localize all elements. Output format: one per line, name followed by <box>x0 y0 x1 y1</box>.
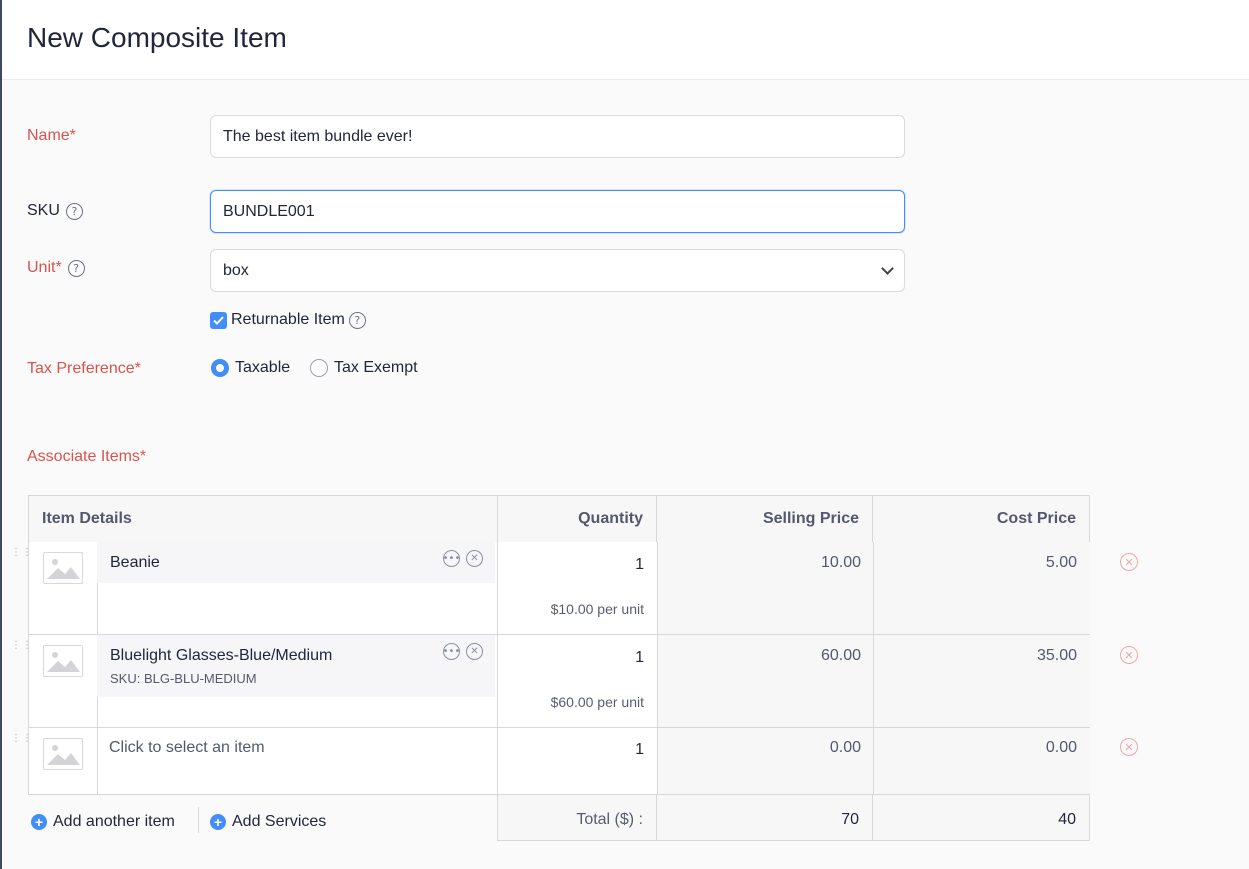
quantity-cell[interactable]: 1 $10.00 per unit <box>498 542 657 634</box>
drag-handle-icon[interactable]: ⋮⋮ <box>11 734 32 752</box>
more-options-icon[interactable]: ••• <box>443 643 460 660</box>
totals-row: Total ($) : 70 40 <box>497 794 1090 841</box>
total-label: Total ($) : <box>576 811 643 828</box>
quantity-value: 1 <box>635 741 644 758</box>
returnable-row: Returnable Item ? <box>210 311 366 329</box>
returnable-label: Returnable Item <box>231 311 345 328</box>
item-name: Beanie <box>110 554 160 571</box>
drag-handle-icon[interactable]: ⋮⋮ <box>11 548 32 566</box>
chevron-down-icon <box>881 262 894 275</box>
help-icon[interactable]: ? <box>65 202 83 220</box>
page-header: New Composite Item <box>2 0 1249 80</box>
associate-items-label: Associate Items* <box>27 448 147 465</box>
help-icon[interactable]: ? <box>348 311 366 329</box>
quantity-value: 1 <box>635 649 644 666</box>
associate-items-table: Item Details Quantity Selling Price Cost… <box>11 495 1138 841</box>
unit-label: Unit* ? <box>27 259 85 277</box>
column-header: Cost Price <box>872 495 1090 543</box>
item-name: Bluelight Glasses-Blue/Medium <box>110 647 333 664</box>
item-sku: SKU: BLG-BLU-MEDIUM <box>110 671 257 686</box>
cost-price-cell[interactable]: 35.00 <box>873 635 1090 727</box>
per-unit-price: $10.00 per unit <box>550 601 644 617</box>
image-placeholder-icon <box>43 738 83 770</box>
tax-label: Tax Preference* <box>27 360 141 377</box>
delete-row-icon[interactable]: ✕ <box>1120 553 1138 571</box>
clear-icon[interactable]: ✕ <box>466 643 483 660</box>
selling-price-cell[interactable]: 0.00 <box>657 728 874 794</box>
more-options-icon[interactable]: ••• <box>443 550 460 567</box>
item-select-input[interactable]: Click to select an item <box>97 728 497 794</box>
drag-handle-icon[interactable]: ⋮⋮ <box>11 641 32 659</box>
table-row: ⋮⋮ Beanie ••• ✕ 1 $10.00 per unit 10.00 … <box>11 542 1090 635</box>
column-header: Quantity <box>497 495 657 543</box>
quantity-cell[interactable]: 1 <box>498 728 657 794</box>
check-icon <box>213 315 224 325</box>
clear-icon[interactable]: ✕ <box>466 550 483 567</box>
add-services-button[interactable]: + Add Services <box>210 813 326 831</box>
plus-circle-icon: + <box>31 814 47 830</box>
total-cost-price: 40 <box>1058 811 1076 828</box>
table-row: ⋮⋮ Click to select an item 1 0.00 0.00 <box>11 728 1090 795</box>
name-input[interactable] <box>210 115 905 158</box>
selling-price-cell[interactable]: 60.00 <box>657 635 874 727</box>
radio-tax-exempt[interactable]: Tax Exempt <box>310 359 418 377</box>
radio-taxable[interactable]: Taxable <box>211 359 290 377</box>
delete-row-icon[interactable]: ✕ <box>1120 738 1138 756</box>
name-label: Name* <box>27 127 76 144</box>
item-placeholder: Click to select an item <box>109 739 265 756</box>
cost-price-cell[interactable]: 0.00 <box>873 728 1090 794</box>
per-unit-price: $60.00 per unit <box>550 694 644 710</box>
sku-label: SKU ? <box>27 202 83 220</box>
column-header: Selling Price <box>656 495 873 543</box>
image-placeholder-icon <box>43 552 83 584</box>
item-selector[interactable]: Beanie ••• ✕ <box>97 542 495 583</box>
sku-input[interactable] <box>210 190 905 233</box>
column-header: Item Details <box>28 495 498 543</box>
plus-circle-icon: + <box>210 814 226 830</box>
quantity-cell[interactable]: 1 $60.00 per unit <box>498 635 657 727</box>
image-placeholder-icon <box>43 645 83 677</box>
cost-price-cell[interactable]: 5.00 <box>873 542 1090 634</box>
help-icon[interactable]: ? <box>67 259 85 277</box>
total-selling-price: 70 <box>841 811 859 828</box>
returnable-checkbox[interactable] <box>210 311 227 329</box>
page-title: New Composite Item <box>27 22 287 53</box>
quantity-value: 1 <box>635 556 644 573</box>
add-another-item-button[interactable]: + Add another item <box>31 813 175 831</box>
table-row: ⋮⋮ Bluelight Glasses-Blue/Medium SKU: BL… <box>11 635 1090 728</box>
unit-select[interactable]: box <box>210 249 905 292</box>
divider <box>198 807 199 833</box>
radio-button[interactable] <box>310 359 328 377</box>
item-selector[interactable]: Bluelight Glasses-Blue/Medium SKU: BLG-B… <box>97 635 495 697</box>
unit-select-value: box <box>223 261 249 279</box>
delete-row-icon[interactable]: ✕ <box>1120 646 1138 664</box>
radio-button[interactable] <box>211 359 229 377</box>
selling-price-cell[interactable]: 10.00 <box>657 542 874 634</box>
